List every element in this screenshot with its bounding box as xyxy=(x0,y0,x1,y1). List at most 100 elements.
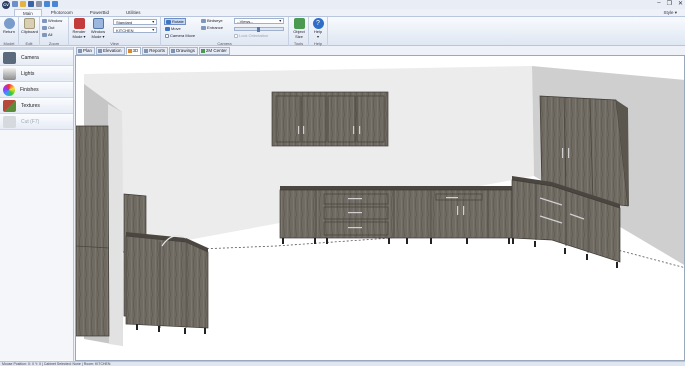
group-label-zoom: Zoom xyxy=(48,41,60,46)
zoom-window-icon xyxy=(42,18,47,23)
reports-icon xyxy=(144,49,149,53)
cut-icon xyxy=(3,115,16,128)
zoom-out-button[interactable]: Out xyxy=(42,25,54,30)
chevron-down-icon: ▼ xyxy=(151,28,155,32)
restore-button[interactable]: ❐ xyxy=(667,0,672,7)
tab-2m-center[interactable]: 2M Center xyxy=(198,47,230,55)
status-bar: Mouse Position: X: 0 Y: 0 | Cabinet Sele… xyxy=(0,361,685,366)
camera-slider[interactable] xyxy=(234,27,284,32)
slider-thumb[interactable] xyxy=(257,27,260,32)
lamp-icon xyxy=(3,67,16,80)
birdseye-button[interactable]: Birdseye xyxy=(201,18,223,23)
ribbon-tabs: Main Photoroom PowerBid Utilities xyxy=(0,9,685,16)
base-cabinets-back-run[interactable] xyxy=(279,186,513,244)
view-tabs: Plan Elevation 3D Reports Drawings 2M Ce… xyxy=(76,47,230,55)
group-camera: Rotate Move Camera Move Birdseye Entranc… xyxy=(161,17,289,46)
2m-center-icon xyxy=(200,49,205,53)
return-arrow-icon xyxy=(3,18,15,29)
style-select[interactable]: Standard ▼ xyxy=(113,19,157,25)
zoom-all-button[interactable]: All xyxy=(42,32,52,37)
object-size-button[interactable]: Object Size xyxy=(290,18,308,39)
rotate-icon xyxy=(166,19,171,24)
group-help: ? Help ▾ Help xyxy=(309,17,328,46)
print-icon[interactable] xyxy=(36,1,42,7)
tab-plan[interactable]: Plan xyxy=(76,47,96,55)
group-edit: Clipboard Edit xyxy=(19,17,40,46)
app-window: CV – ❐ ✕ Main Photoroom PowerBid Utiliti… xyxy=(0,0,685,366)
checkbox-icon xyxy=(234,33,238,38)
tab-main[interactable]: Main xyxy=(14,9,42,16)
clipboard-icon xyxy=(24,18,35,29)
left-wall-edge xyxy=(108,104,123,346)
tab-elevation[interactable]: Elevation xyxy=(96,47,125,55)
help-icon: ? xyxy=(312,18,324,29)
rotate-button[interactable]: Rotate xyxy=(164,18,186,25)
elevation-icon xyxy=(98,49,103,53)
group-label-tools: Tools xyxy=(293,41,304,46)
sidebar-item-finishes[interactable]: Finishes xyxy=(0,82,73,98)
entrance-button[interactable]: Entrance xyxy=(201,25,223,30)
group-label-help: Help xyxy=(313,41,323,46)
checkbox-icon xyxy=(165,33,169,38)
window-controls: – ❐ ✕ xyxy=(657,0,683,7)
redo-icon[interactable] xyxy=(52,1,58,7)
new-file-icon[interactable] xyxy=(12,1,18,7)
sidebar-item-camera[interactable]: Camera xyxy=(0,50,73,66)
tab-utilities[interactable]: Utilities xyxy=(118,9,149,16)
clipboard-button[interactable]: Clipboard xyxy=(20,18,39,35)
camera-icon xyxy=(3,51,16,64)
texture-icon xyxy=(3,99,16,112)
chevron-down-icon: ▼ xyxy=(151,20,155,24)
render-mode-icon xyxy=(73,18,85,29)
minimize-button[interactable]: – xyxy=(657,0,660,7)
sidebar-item-textures[interactable]: Textures xyxy=(0,98,73,114)
window-mode-button[interactable]: Window Mode ▾ xyxy=(89,18,107,39)
3d-viewport[interactable] xyxy=(75,55,685,361)
views-select[interactable]: --Views-- ▼ xyxy=(234,18,284,24)
object-size-icon xyxy=(293,18,305,29)
open-folder-icon[interactable] xyxy=(20,1,26,7)
group-label-view: View xyxy=(110,41,119,46)
help-button[interactable]: ? Help ▾ xyxy=(309,18,327,39)
return-button[interactable]: Return xyxy=(0,18,18,35)
group-label-model: Model xyxy=(3,41,15,46)
title-bar: CV – ❐ ✕ xyxy=(0,0,685,9)
zoom-out-icon xyxy=(42,25,47,30)
group-label-camera: Camera xyxy=(217,41,232,46)
lock-orientation-checkbox[interactable]: Lock Orientation xyxy=(234,33,268,38)
sidebar-item-lights[interactable]: Lights xyxy=(0,66,73,82)
chevron-down-icon: ▼ xyxy=(278,19,282,23)
tab-powerbid[interactable]: PowerBid xyxy=(82,9,117,16)
room-select[interactable]: KITCHEN ▼ xyxy=(113,27,157,33)
plan-icon xyxy=(78,49,82,53)
move-icon xyxy=(165,26,170,31)
tab-3d[interactable]: 3D xyxy=(125,47,142,55)
save-icon[interactable] xyxy=(28,1,34,7)
tab-photoroom[interactable]: Photoroom xyxy=(43,9,81,16)
group-model: Return Model xyxy=(0,17,19,46)
ribbon: Return Model Clipboard Edit Window Out A… xyxy=(0,16,685,46)
left-tall-cabinets[interactable] xyxy=(76,125,110,337)
group-tools: Object Size Tools xyxy=(289,17,309,46)
group-zoom: Window Out All Zoom xyxy=(40,17,69,46)
zoom-all-icon xyxy=(42,32,47,37)
sidebar: Camera Lights Finishes Textures Cut (F7) xyxy=(0,47,74,366)
drawings-icon xyxy=(171,49,176,53)
kitchen-3d-render[interactable] xyxy=(76,56,685,361)
app-logo[interactable]: CV xyxy=(2,1,10,9)
upper-cabinets[interactable] xyxy=(271,91,389,147)
birdseye-icon xyxy=(201,18,206,23)
tab-reports[interactable]: Reports xyxy=(142,47,169,55)
zoom-window-button[interactable]: Window xyxy=(42,18,62,23)
tab-drawings[interactable]: Drawings xyxy=(169,47,198,55)
close-button[interactable]: ✕ xyxy=(678,0,683,7)
group-view: Render Mode ▾ Window Mode ▾ Standard ▼ KI… xyxy=(69,17,161,46)
render-mode-button[interactable]: Render Mode ▾ xyxy=(70,18,88,39)
group-label-edit: Edit xyxy=(25,41,33,46)
undo-icon[interactable] xyxy=(44,1,50,7)
camera-move-checkbox[interactable]: Camera Move xyxy=(165,33,195,38)
entrance-icon xyxy=(201,25,206,30)
move-button[interactable]: Move xyxy=(165,26,181,31)
sidebar-item-cut[interactable]: Cut (F7) xyxy=(0,114,73,130)
3d-icon xyxy=(127,49,132,53)
